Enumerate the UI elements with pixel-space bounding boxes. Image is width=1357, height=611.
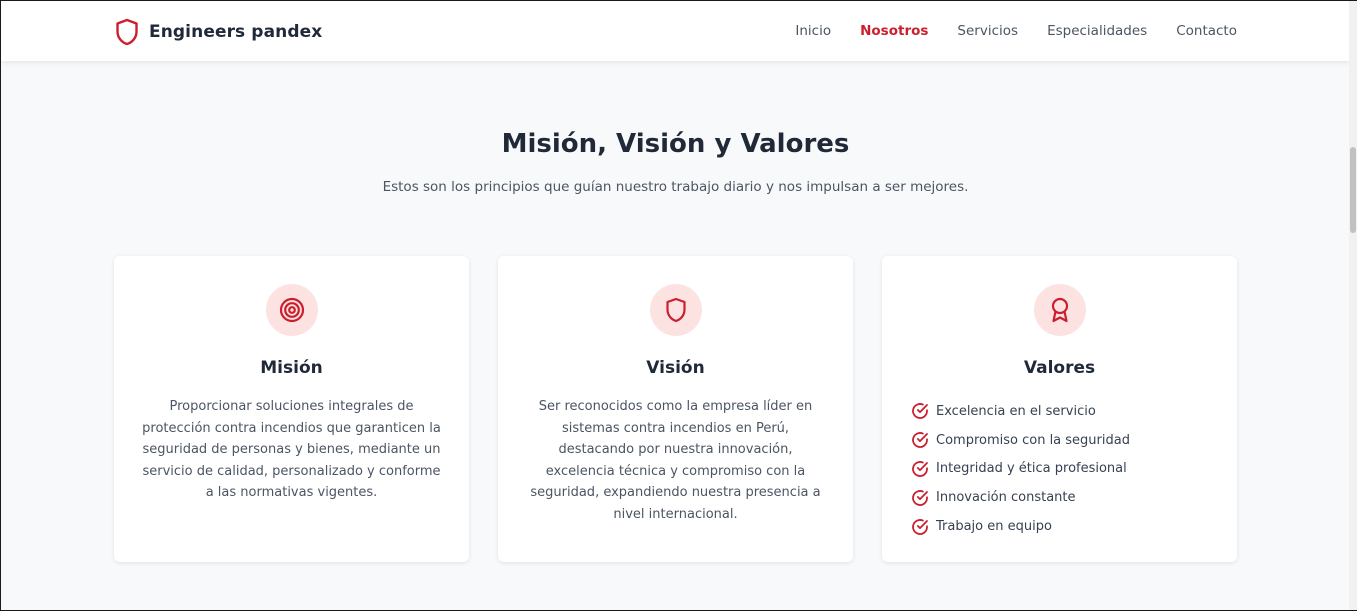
values-card: Valores Excelencia en el servicio Compro… bbox=[882, 256, 1237, 562]
brand-logo[interactable]: Engineers pandex bbox=[115, 17, 322, 47]
check-circle-icon bbox=[912, 489, 928, 506]
award-icon bbox=[1034, 284, 1086, 336]
list-item: Compromiso con la seguridad bbox=[911, 426, 1130, 455]
check-circle-icon bbox=[912, 461, 928, 477]
mission-title: Misión bbox=[260, 358, 323, 378]
values-title: Valores bbox=[1023, 358, 1096, 378]
check-circle-icon bbox=[912, 518, 928, 535]
nav-item-servicios[interactable]: Servicios bbox=[957, 23, 1018, 39]
site-header: Engineers pandex Inicio Nosotros Servici… bbox=[1, 1, 1350, 61]
value-label: Compromiso con la seguridad bbox=[936, 432, 1130, 448]
main-nav: Inicio Nosotros Servicios Especialidades… bbox=[795, 1, 1237, 61]
nav-item-inicio[interactable]: Inicio bbox=[795, 23, 831, 39]
nav-item-contacto[interactable]: Contacto bbox=[1176, 23, 1237, 39]
nav-item-especialidades[interactable]: Especialidades bbox=[1047, 23, 1147, 39]
brand-name: Engineers pandex bbox=[149, 22, 323, 42]
check-circle-icon bbox=[912, 432, 928, 449]
page: Engineers pandex Inicio Nosotros Servici… bbox=[0, 0, 1357, 611]
mission-text: Proporcionar soluciones integrales de pr… bbox=[142, 399, 441, 500]
target-icon bbox=[266, 284, 318, 336]
section-subtitle: Estos son los principios que guían nuest… bbox=[382, 179, 969, 195]
check-circle-icon bbox=[912, 403, 928, 420]
values-list: Excelencia en el servicio Compromiso con… bbox=[911, 397, 1130, 541]
vision-title: Visión bbox=[646, 358, 705, 378]
section-title: Misión, Visión y Valores bbox=[501, 129, 850, 159]
vertical-scrollbar[interactable] bbox=[1349, 1, 1357, 610]
vision-text: Ser reconocidos como la empresa líder en… bbox=[530, 399, 821, 522]
shield-icon bbox=[650, 284, 702, 336]
nav-item-nosotros[interactable]: Nosotros bbox=[860, 23, 928, 39]
list-item: Innovación constante bbox=[911, 483, 1130, 512]
list-item: Integridad y ética profesional bbox=[911, 455, 1130, 484]
value-label: Trabajo en equipo bbox=[936, 519, 1052, 535]
value-label: Integridad y ética profesional bbox=[936, 461, 1127, 477]
vision-card: Visión Ser reconocidos como la empresa l… bbox=[498, 256, 853, 562]
list-item: Trabajo en equipo bbox=[911, 512, 1130, 541]
value-label: Innovación constante bbox=[936, 490, 1076, 506]
value-label: Excelencia en el servicio bbox=[936, 403, 1096, 419]
list-item: Excelencia en el servicio bbox=[911, 397, 1130, 426]
scrollbar-thumb[interactable] bbox=[1350, 147, 1356, 233]
shield-logo-icon bbox=[115, 18, 139, 46]
mission-card: Misión Proporcionar soluciones integrale… bbox=[114, 256, 469, 562]
